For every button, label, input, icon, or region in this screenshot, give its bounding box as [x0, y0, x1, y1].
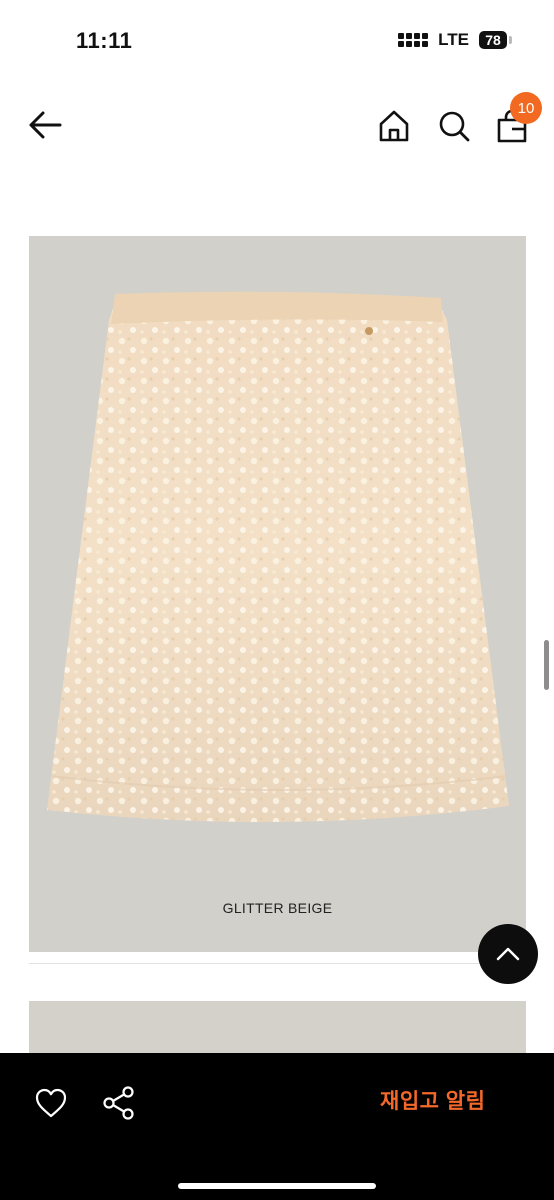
product-image[interactable]: GLITTER BEIGE: [29, 236, 526, 952]
network-type: LTE: [438, 30, 469, 49]
status-time: 11:11: [76, 28, 133, 53]
battery-icon: 78: [479, 31, 507, 49]
status-bar: 11:11 LTE 78: [0, 0, 554, 84]
cart-count-badge: 10: [510, 92, 542, 124]
color-label: GLITTER BEIGE: [222, 900, 333, 916]
restock-alert-button[interactable]: 재입고 알림: [380, 1085, 485, 1115]
back-button[interactable]: [26, 108, 64, 142]
battery-tip: [509, 36, 512, 44]
share-icon: [103, 1086, 134, 1120]
scrollbar[interactable]: [544, 640, 549, 690]
search-button[interactable]: [436, 108, 472, 144]
nav-bar: [0, 90, 554, 160]
share-button[interactable]: [102, 1085, 136, 1121]
home-icon: [379, 110, 409, 142]
signal-icon: [398, 33, 429, 47]
home-indicator: [178, 1183, 376, 1189]
home-button[interactable]: [376, 108, 412, 144]
status-indicators: LTE 78: [398, 30, 512, 50]
scroll-to-top-button[interactable]: [478, 924, 538, 984]
divider: [29, 963, 526, 964]
sequin-skirt-image: [47, 291, 509, 823]
heart-icon: [35, 1088, 67, 1118]
like-button[interactable]: [34, 1087, 68, 1119]
chevron-up-icon: [496, 947, 520, 961]
product-image-next[interactable]: [29, 1001, 526, 1061]
arrow-left-icon: [29, 111, 62, 139]
bottom-action-bar: 재입고 알림: [0, 1053, 554, 1200]
search-icon: [439, 111, 470, 142]
